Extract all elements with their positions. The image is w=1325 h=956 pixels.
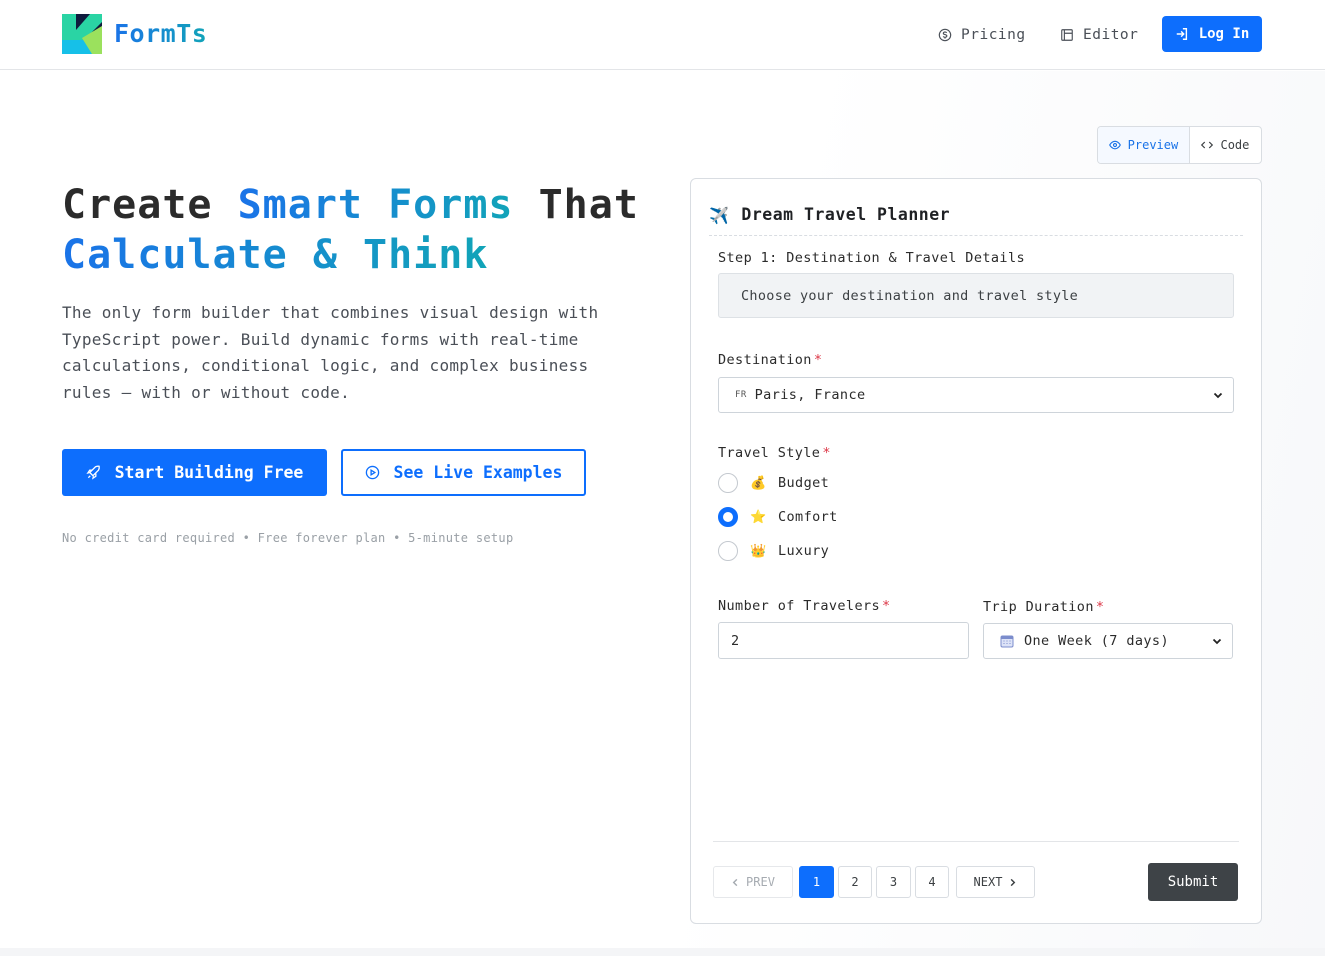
step-label: Step 1: Destination & Travel Details xyxy=(718,250,1025,266)
chevron-down-icon xyxy=(1212,638,1222,645)
preview-code-toggle: Preview Code xyxy=(1097,126,1262,164)
chevron-right-icon xyxy=(1011,878,1016,886)
preview-tab-label: Preview xyxy=(1127,138,1179,152)
travelers-input[interactable]: 2 xyxy=(718,622,969,659)
destination-value: Paris, France xyxy=(754,387,866,403)
hero-title-part2: That xyxy=(538,182,639,228)
submit-button[interactable]: Submit xyxy=(1148,863,1238,901)
rocket-icon xyxy=(86,465,100,480)
code-tab[interactable]: Code xyxy=(1190,127,1261,163)
destination-label: Destination * xyxy=(718,352,822,368)
destination-label-text: Destination xyxy=(718,352,812,368)
radio-button[interactable] xyxy=(718,473,738,493)
duration-value: One Week (7 days) xyxy=(1024,633,1169,649)
duration-select[interactable]: One Week (7 days) xyxy=(983,623,1233,659)
star-icon: ⭐ xyxy=(750,509,767,525)
money-bag-icon: 💰 xyxy=(750,475,767,491)
radio-button[interactable] xyxy=(718,541,738,561)
page-button-4[interactable]: 4 xyxy=(915,866,949,898)
play-circle-icon xyxy=(365,465,379,480)
chevron-down-icon xyxy=(1213,392,1223,399)
chevron-left-icon xyxy=(732,878,738,886)
travel-style-label: Travel Style * xyxy=(718,445,831,461)
radio-luxury-label: Luxury xyxy=(778,543,830,559)
calendar-icon xyxy=(1000,635,1014,648)
required-mark: * xyxy=(882,598,891,614)
see-live-examples-button[interactable]: See Live Examples xyxy=(341,449,586,496)
required-mark: * xyxy=(813,352,823,368)
preview-tab[interactable]: Preview xyxy=(1098,127,1190,163)
travelers-label: Number of Travelers * xyxy=(718,598,891,614)
nav-editor-label: Editor xyxy=(1083,27,1139,43)
form-title-text: Dream Travel Planner xyxy=(741,205,951,224)
radio-luxury[interactable]: 👑 Luxury xyxy=(718,540,829,562)
flag-fr-icon: FR xyxy=(735,390,747,400)
login-icon xyxy=(1176,28,1187,40)
required-mark: * xyxy=(1095,599,1105,615)
page-button-3[interactable]: 3 xyxy=(876,866,911,898)
form-preview-card: ✈️ Dream Travel Planner Step 1: Destinat… xyxy=(690,178,1262,924)
next-page-button[interactable]: NEXT xyxy=(956,866,1035,898)
radio-budget[interactable]: 💰 Budget xyxy=(718,472,829,494)
start-building-button[interactable]: Start Building Free xyxy=(62,449,327,496)
travelers-label-text: Number of Travelers xyxy=(718,598,881,614)
destination-select[interactable]: FR Paris, France xyxy=(718,377,1234,413)
nav-editor[interactable]: Editor xyxy=(1060,24,1138,46)
hero-title-part1: Create xyxy=(62,182,213,228)
prev-page-button[interactable]: PREV xyxy=(713,866,793,898)
hero-title: Create Smart Forms That Calculate & Thin… xyxy=(62,180,682,280)
section-divider xyxy=(0,948,1325,956)
code-icon xyxy=(1201,141,1214,149)
formts-logo[interactable] xyxy=(62,14,102,54)
radio-button-selected[interactable] xyxy=(718,507,738,527)
top-navbar: FormTs Pricing Editor Log In xyxy=(0,0,1325,70)
duration-label: Trip Duration * xyxy=(983,599,1104,615)
hero-title-highlight1: Smart Forms xyxy=(237,182,514,228)
start-building-label: Start Building Free xyxy=(114,463,304,482)
editor-icon xyxy=(1061,29,1073,41)
hero-subtitle: The only form builder that combines visu… xyxy=(62,303,599,403)
page-button-2[interactable]: 2 xyxy=(838,866,872,898)
eye-icon xyxy=(1108,140,1121,150)
code-tab-label: Code xyxy=(1220,138,1250,152)
crown-icon: 👑 xyxy=(750,543,767,559)
brand-name[interactable]: FormTs xyxy=(114,19,207,48)
see-live-examples-label: See Live Examples xyxy=(393,463,563,482)
duration-label-text: Trip Duration xyxy=(983,599,1094,615)
radio-comfort-label: Comfort xyxy=(778,509,838,525)
dollar-circle-icon xyxy=(938,28,952,42)
login-label: Log In xyxy=(1198,26,1250,42)
login-button[interactable]: Log In xyxy=(1162,16,1262,52)
required-mark: * xyxy=(822,445,831,461)
next-label: NEXT xyxy=(973,875,1003,889)
fine-print: No credit card required • Free forever p… xyxy=(62,531,514,545)
nav-pricing[interactable]: Pricing xyxy=(938,24,1026,46)
travel-style-label-text: Travel Style xyxy=(718,445,821,461)
nav-pricing-label: Pricing xyxy=(961,27,1026,43)
prev-label: PREV xyxy=(746,875,775,889)
radio-budget-label: Budget xyxy=(778,475,830,491)
footer-divider xyxy=(713,841,1239,842)
airplane-icon: ✈️ xyxy=(709,206,730,225)
form-title: ✈️ Dream Travel Planner xyxy=(709,205,1243,236)
radio-comfort[interactable]: ⭐ Comfort xyxy=(718,506,838,528)
page-button-1[interactable]: 1 xyxy=(799,866,834,898)
step-description: Choose your destination and travel style xyxy=(718,273,1234,318)
hero-title-highlight2: Calculate & Think xyxy=(62,232,489,278)
